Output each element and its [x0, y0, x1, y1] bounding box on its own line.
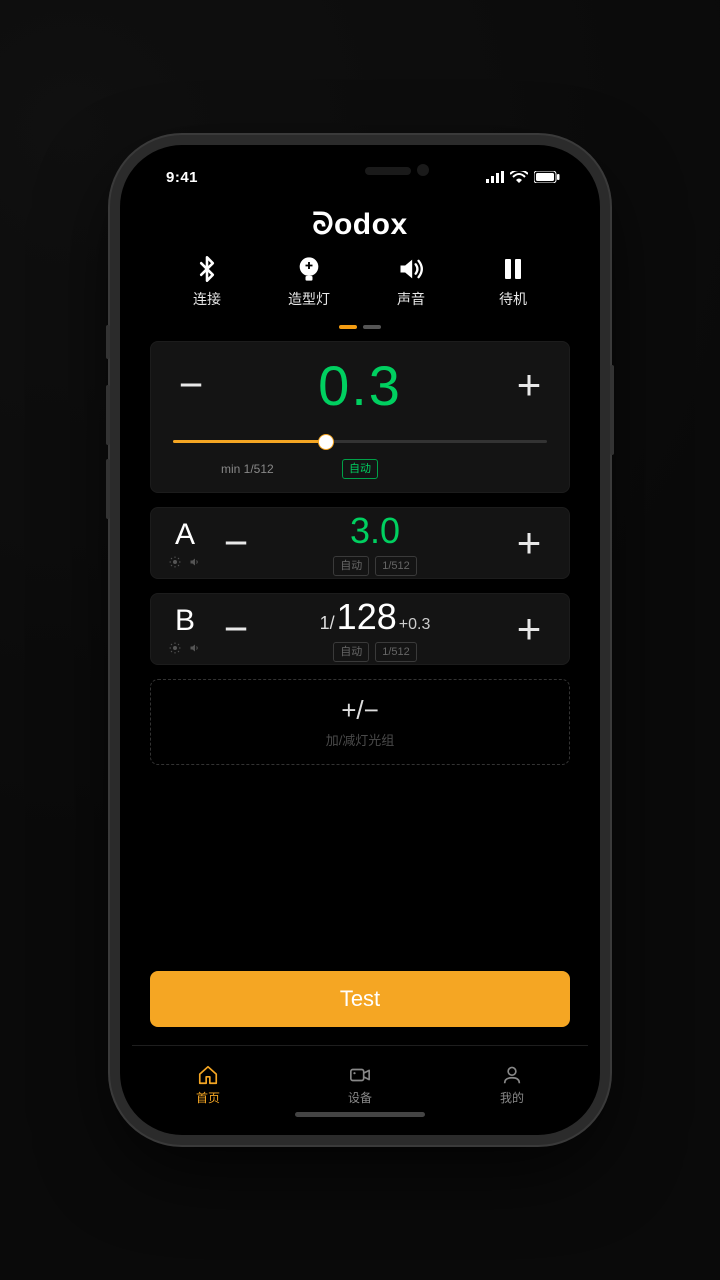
speaker-icon — [397, 255, 425, 283]
cellular-icon — [486, 171, 504, 183]
add-group-label: 加/减灯光组 — [326, 730, 395, 749]
home-indicator[interactable] — [295, 1112, 425, 1117]
group-a-minus-button[interactable]: − — [211, 519, 261, 567]
page-dot — [363, 325, 381, 329]
sound-button[interactable]: 声音 — [376, 255, 446, 309]
add-group-card[interactable]: +/− 加/减灯光组 — [150, 679, 570, 765]
camera-icon — [347, 1064, 373, 1086]
group-a-card: A − 3.0 自动 1/512 + — [150, 507, 570, 579]
main-value: 0.3 — [231, 353, 489, 418]
wifi-icon — [510, 171, 528, 183]
phone-screen: 9:41 ᘐodox 连接 造型灯 — [132, 157, 588, 1123]
user-icon — [501, 1064, 523, 1086]
main-power-card: − 0.3 + min 1/512 自动 — [150, 341, 570, 493]
top-icon-row: 连接 造型灯 声音 待机 — [150, 255, 570, 313]
group-a-auto-chip[interactable]: 自动 — [333, 556, 369, 576]
group-b-auto-chip[interactable]: 自动 — [333, 642, 369, 662]
main-plus-button[interactable]: + — [489, 361, 569, 409]
pause-icon — [501, 255, 525, 283]
brightness-icon — [169, 642, 181, 654]
group-b-minus-button[interactable]: − — [211, 605, 261, 653]
sound-label: 声音 — [397, 289, 425, 309]
status-time: 9:41 — [166, 169, 198, 186]
sound-mini-icon — [189, 556, 201, 568]
battery-icon — [534, 171, 560, 183]
tab-mine[interactable]: 我的 — [436, 1046, 588, 1123]
notch — [255, 157, 465, 187]
group-a-value: 3.0 — [350, 510, 400, 552]
tab-device-label: 设备 — [348, 1089, 372, 1106]
bulb-icon — [295, 255, 323, 283]
group-b-card: B − 1/ 128 +0.3 自动 1/512 — [150, 593, 570, 665]
model-light-label: 造型灯 — [288, 289, 330, 309]
status-indicators — [486, 171, 560, 183]
auto-chip[interactable]: 自动 — [342, 459, 378, 479]
standby-label: 待机 — [499, 289, 527, 309]
tab-home-label: 首页 — [196, 1089, 220, 1106]
connect-label: 连接 — [193, 289, 221, 309]
min-label: min 1/512 — [221, 462, 274, 476]
page-indicator — [150, 313, 570, 341]
tab-home[interactable]: 首页 — [132, 1046, 284, 1123]
brightness-icon — [169, 556, 181, 568]
model-light-button[interactable]: 造型灯 — [274, 255, 344, 309]
group-a-ratio-chip[interactable]: 1/512 — [375, 556, 417, 576]
main-minus-button[interactable]: − — [151, 361, 231, 409]
group-b-value: 1/ 128 +0.3 — [320, 596, 431, 638]
add-group-symbol: +/− — [341, 695, 379, 726]
page-dot-active — [339, 325, 357, 329]
main-slider[interactable] — [173, 428, 547, 456]
group-a-letter: A — [175, 518, 195, 552]
group-a-plus-button[interactable]: + — [489, 519, 569, 567]
group-b-letter: B — [175, 604, 195, 638]
standby-button[interactable]: 待机 — [478, 255, 548, 309]
phone-frame: 9:41 ᘐodox 连接 造型灯 — [120, 145, 600, 1135]
connect-button[interactable]: 连接 — [172, 255, 242, 309]
brand-logo: ᘐodox — [150, 197, 570, 255]
test-button[interactable]: Test — [150, 971, 570, 1027]
home-icon — [196, 1064, 220, 1086]
group-b-plus-button[interactable]: + — [489, 605, 569, 653]
tab-mine-label: 我的 — [500, 1089, 524, 1106]
bluetooth-icon — [193, 255, 221, 283]
group-b-ratio-chip[interactable]: 1/512 — [375, 642, 417, 662]
sound-mini-icon — [189, 642, 201, 654]
